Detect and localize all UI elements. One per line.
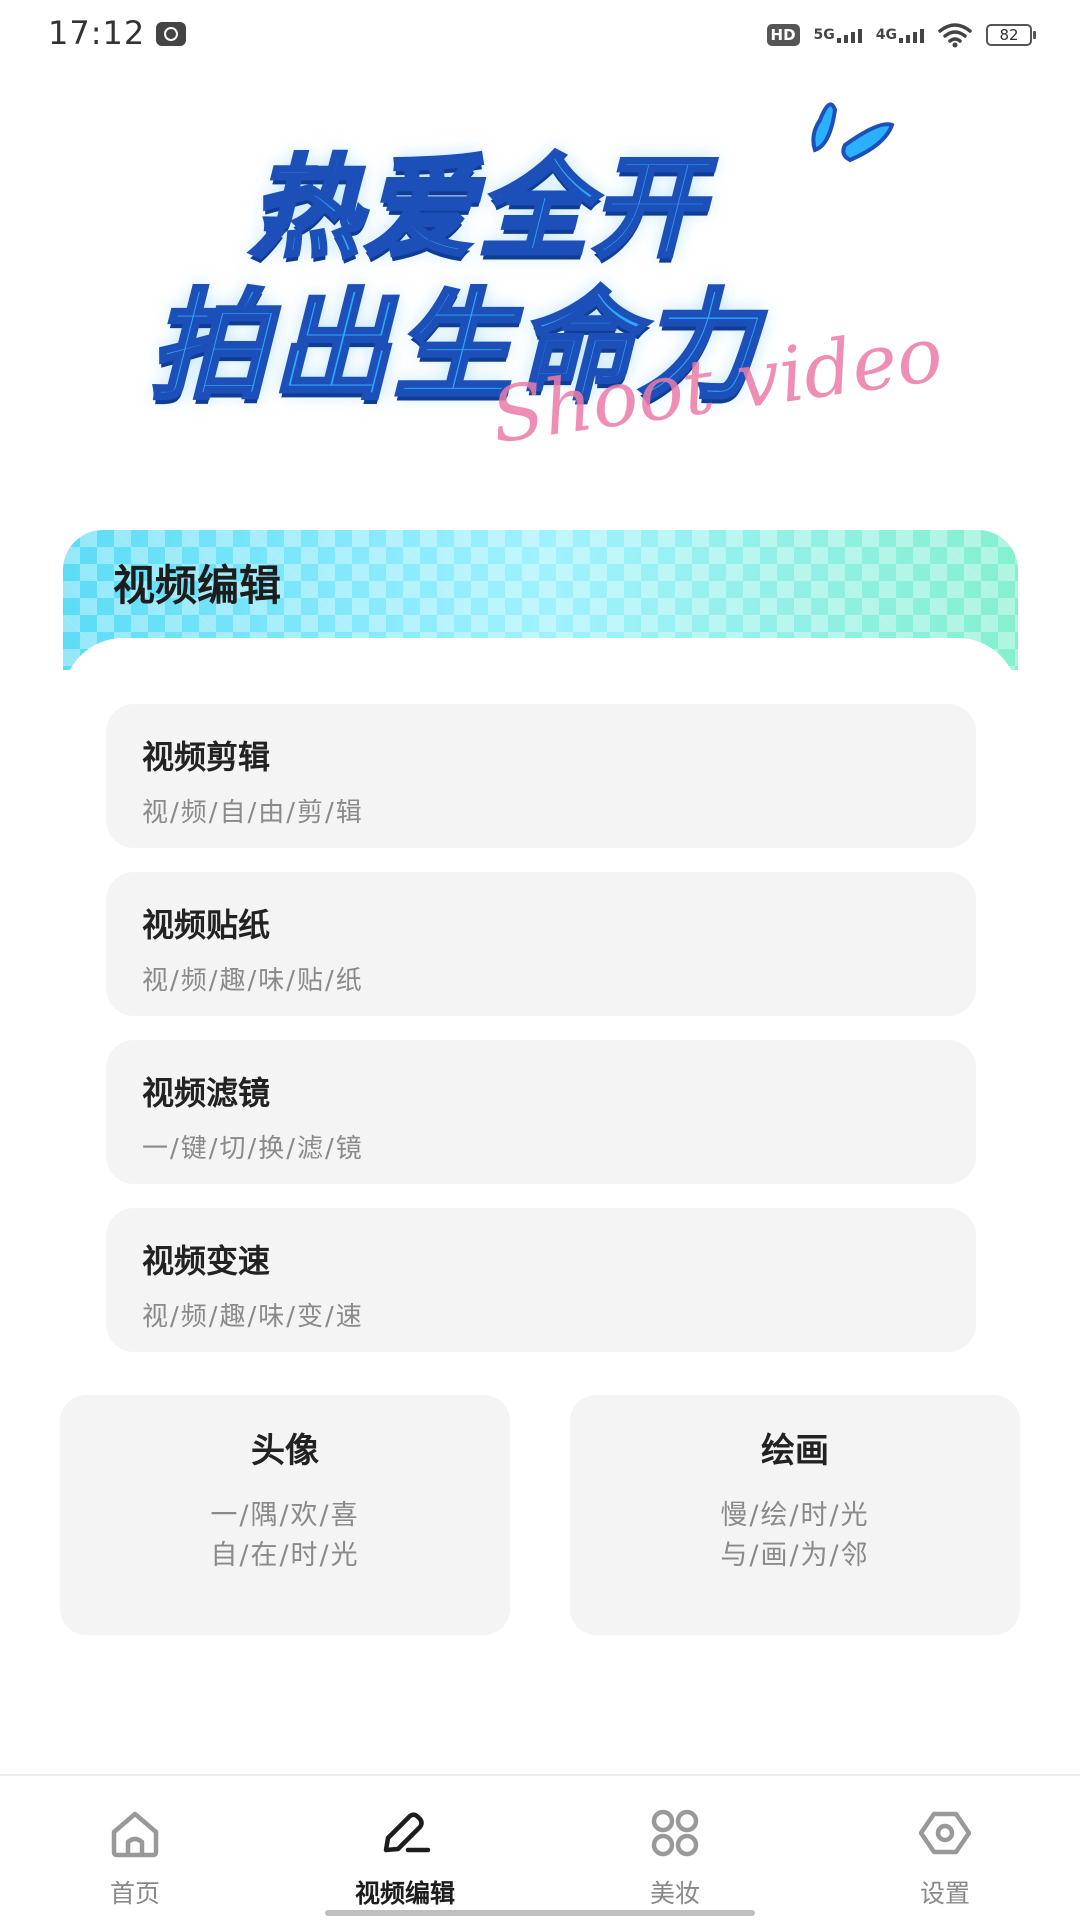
- nav-label: 美妆: [649, 1879, 700, 1908]
- nav-makeup[interactable]: 美妆: [585, 1802, 765, 1910]
- home-icon: [111, 1811, 159, 1858]
- status-indicators: HD 5G 4G 82: [766, 18, 1036, 52]
- signal-5g-icon: 5G: [814, 27, 862, 43]
- nav-home[interactable]: 首页: [45, 1802, 225, 1910]
- nav-label: 设置: [919, 1879, 970, 1908]
- avatar-card[interactable]: 头像 一/隅/欢/喜 自/在/时/光: [60, 1395, 510, 1635]
- network-4g-label: 4G: [875, 27, 897, 43]
- settings-hexagon-icon: [918, 1811, 972, 1855]
- wifi-icon: [938, 23, 972, 48]
- card-line: 一/隅/欢/喜: [210, 1500, 360, 1531]
- signal-bars-icon: [899, 27, 924, 43]
- section-title: 视频编辑: [113, 561, 282, 610]
- notification-app-icon: [156, 22, 186, 46]
- feature-title: 视频滤镜: [142, 1074, 271, 1112]
- section-body: 视频剪辑 视/频/自/由/剪/辑 视频贴纸 视/频/趣/味/贴/纸 视频滤镜 一…: [63, 638, 1018, 1352]
- battery-icon: 82: [986, 24, 1036, 46]
- feature-subtitle: 视/频/趣/味/贴/纸: [142, 966, 364, 996]
- card-line: 自/在/时/光: [210, 1540, 360, 1571]
- video-filter-item[interactable]: 视频滤镜 一/键/切/换/滤/镜: [106, 1040, 976, 1184]
- edit-pen-icon: [383, 1812, 431, 1853]
- video-sticker-item[interactable]: 视频贴纸 视/频/趣/味/贴/纸: [106, 872, 976, 1016]
- feature-title: 视频剪辑: [142, 738, 271, 776]
- bottom-nav: 首页 视频编辑 美妆 设置: [0, 1774, 1080, 1922]
- feature-subtitle: 视/频/自/由/剪/辑: [142, 798, 364, 828]
- hd-icon: HD: [766, 24, 800, 46]
- feature-subtitle: 一/键/切/换/滤/镜: [142, 1134, 364, 1164]
- grid-icon: [651, 1809, 699, 1857]
- drawing-card[interactable]: 绘画 慢/绘/时/光 与/画/为/邻: [570, 1395, 1020, 1635]
- splash-decoration-icon: [811, 102, 895, 163]
- card-title: 绘画: [761, 1431, 829, 1471]
- signal-4g-icon: 4G: [876, 27, 924, 43]
- feature-title: 视频变速: [142, 1242, 271, 1280]
- nav-settings[interactable]: 设置: [855, 1802, 1035, 1910]
- status-bar: 17:12 HD 5G 4G 82: [0, 0, 1080, 70]
- card-title: 头像: [251, 1431, 319, 1471]
- video-speed-item[interactable]: 视频变速 视/频/趣/味/变/速: [106, 1208, 976, 1352]
- feature-subtitle: 视/频/趣/味/变/速: [142, 1302, 364, 1332]
- home-indicator[interactable]: [325, 1910, 755, 1916]
- signal-bars-icon: [836, 27, 862, 43]
- nav-label: 首页: [109, 1879, 160, 1908]
- nav-label: 视频编辑: [354, 1879, 455, 1908]
- network-5g-label: 5G: [813, 27, 835, 43]
- feature-title: 视频贴纸: [142, 906, 271, 944]
- nav-video-edit[interactable]: 视频编辑: [315, 1802, 495, 1910]
- video-edit-section: 视频编辑 视频剪辑 视/频/自/由/剪/辑 视频贴纸 视/频/趣/味/贴/纸 视…: [63, 530, 1018, 1352]
- card-line: 慢/绘/时/光: [720, 1500, 870, 1531]
- video-cut-item[interactable]: 视频剪辑 视/频/自/由/剪/辑: [106, 704, 976, 848]
- card-line: 与/画/为/邻: [720, 1540, 870, 1571]
- hero-banner: 热爱全开 拍出生命力 Shoot video: [130, 90, 950, 460]
- status-time: 17:12: [48, 14, 146, 52]
